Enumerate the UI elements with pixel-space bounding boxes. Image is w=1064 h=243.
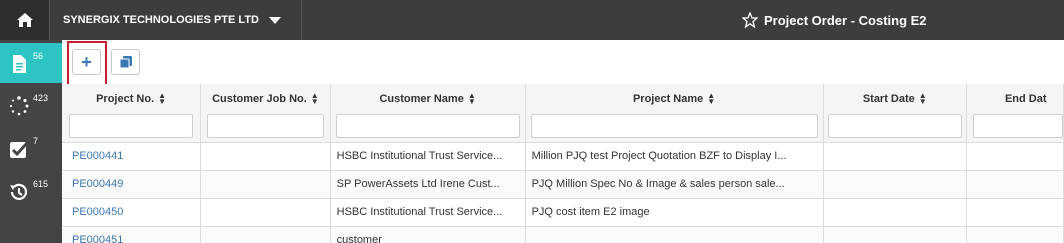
table-cell xyxy=(823,198,967,227)
sidebar: 56 423 7 615 xyxy=(0,40,62,243)
column-header-end-date[interactable]: End Dat xyxy=(966,84,1064,143)
top-bar: SYNERGIX TECHNOLOGIES PTE LTD Project Or… xyxy=(0,0,1064,40)
table-row[interactable]: PE000441 HSBC Institutional Trust Servic… xyxy=(62,142,1064,171)
header-row: Project No. ▲ ▼ Customer Job No. ▲ ▼ Custome… xyxy=(62,84,1064,143)
project-no-link[interactable]: PE000441 xyxy=(62,142,202,171)
column-header-customer-job-no[interactable]: Customer Job No. ▲ ▼ xyxy=(200,84,331,143)
column-header-project-no[interactable]: Project No. ▲ ▼ xyxy=(62,84,202,143)
column-label: Start Date xyxy=(862,93,915,105)
column-header-project-name[interactable]: Project Name ▲ ▼ xyxy=(525,84,824,143)
sidebar-count: 56 xyxy=(33,51,44,61)
table-cell xyxy=(823,142,967,171)
home-button[interactable] xyxy=(0,0,50,40)
data-table: Project No. ▲ ▼ Customer Job No. ▲ ▼ Custome… xyxy=(62,84,1064,243)
sort-icon[interactable]: ▲ ▼ xyxy=(468,92,476,106)
sidebar-item-in-progress[interactable]: 423 xyxy=(0,85,62,125)
filter-input-start-date[interactable] xyxy=(827,114,962,138)
project-no-link[interactable]: PE000451 xyxy=(62,226,202,243)
column-label: Project Name xyxy=(632,93,704,105)
column-label: End Dat xyxy=(1004,93,1047,105)
column-label: Project No. xyxy=(96,93,155,105)
toolbar: + xyxy=(62,40,1064,84)
header-divider xyxy=(301,0,302,40)
table-cell xyxy=(200,142,331,171)
project-no-link[interactable]: PE000449 xyxy=(62,170,202,199)
favorite-star-icon[interactable] xyxy=(742,12,758,28)
chevron-down-icon xyxy=(268,16,281,24)
table-cell xyxy=(966,142,1064,171)
copy-button[interactable] xyxy=(111,49,140,75)
table-cell: customer xyxy=(330,226,526,243)
sidebar-count: 423 xyxy=(33,93,49,103)
table-cell xyxy=(966,226,1064,243)
home-icon xyxy=(16,13,33,27)
sort-icon[interactable]: ▲ ▼ xyxy=(311,92,319,106)
table-row[interactable]: PE000449 SP PowerAssets Ltd Irene Cust..… xyxy=(62,170,1064,199)
project-grid: Project No. ▲ ▼ Customer Job No. ▲ ▼ Custome… xyxy=(62,84,1064,243)
filter-input-customer-name[interactable] xyxy=(335,114,520,138)
table-cell: PJQ cost item E2 image xyxy=(525,198,824,227)
sort-icon[interactable]: ▲ ▼ xyxy=(707,92,715,106)
table-row[interactable]: PE000451 customer xyxy=(62,226,1064,243)
document-icon xyxy=(13,55,26,73)
table-cell: HSBC Institutional Trust Service... xyxy=(330,198,526,227)
page-title-area: Project Order - Costing E2 xyxy=(742,0,927,40)
sidebar-count: 615 xyxy=(33,179,49,189)
sort-icon[interactable]: ▲ ▼ xyxy=(158,92,166,106)
sort-icon[interactable]: ▲ ▼ xyxy=(919,92,927,106)
table-cell xyxy=(823,226,967,243)
spinner-icon xyxy=(9,96,29,116)
sidebar-item-history[interactable]: 615 xyxy=(0,171,62,211)
table-cell: Million PJQ test Project Quotation BZF t… xyxy=(525,142,824,171)
column-header-customer-name[interactable]: Customer Name ▲ ▼ xyxy=(330,84,526,143)
table-cell xyxy=(525,226,824,243)
column-header-start-date[interactable]: Start Date ▲ ▼ xyxy=(823,84,967,143)
table-cell xyxy=(823,170,967,199)
column-label: Customer Job No. xyxy=(212,93,307,105)
checkbox-icon xyxy=(10,140,30,158)
company-selector[interactable]: SYNERGIX TECHNOLOGIES PTE LTD xyxy=(63,0,281,40)
company-name: SYNERGIX TECHNOLOGIES PTE LTD xyxy=(63,14,259,26)
table-cell: HSBC Institutional Trust Service... xyxy=(330,142,526,171)
filter-input-customer-job-no[interactable] xyxy=(206,114,324,138)
table-cell xyxy=(200,170,331,199)
table-cell xyxy=(200,198,331,227)
project-no-link[interactable]: PE000450 xyxy=(62,198,202,227)
page-title: Project Order - Costing E2 xyxy=(764,12,927,28)
table-cell xyxy=(966,198,1064,227)
table-cell xyxy=(966,170,1064,199)
table-cell xyxy=(200,226,331,243)
sidebar-item-documents[interactable]: 56 xyxy=(0,43,62,83)
sidebar-count: 7 xyxy=(33,136,39,146)
table-row[interactable]: PE000450 HSBC Institutional Trust Servic… xyxy=(62,198,1064,227)
sidebar-item-approvals[interactable]: 7 xyxy=(0,128,62,168)
copy-icon xyxy=(119,56,132,69)
table-cell: PJQ Million Spec No & Image & sales pers… xyxy=(525,170,824,199)
column-label: Customer Name xyxy=(379,93,464,105)
filter-input-end-date[interactable] xyxy=(972,114,1063,138)
history-icon xyxy=(10,183,28,200)
filter-input-project-name[interactable] xyxy=(530,114,818,138)
table-cell: SP PowerAssets Ltd Irene Cust... xyxy=(330,170,526,199)
filter-input-project-no[interactable] xyxy=(69,114,194,138)
